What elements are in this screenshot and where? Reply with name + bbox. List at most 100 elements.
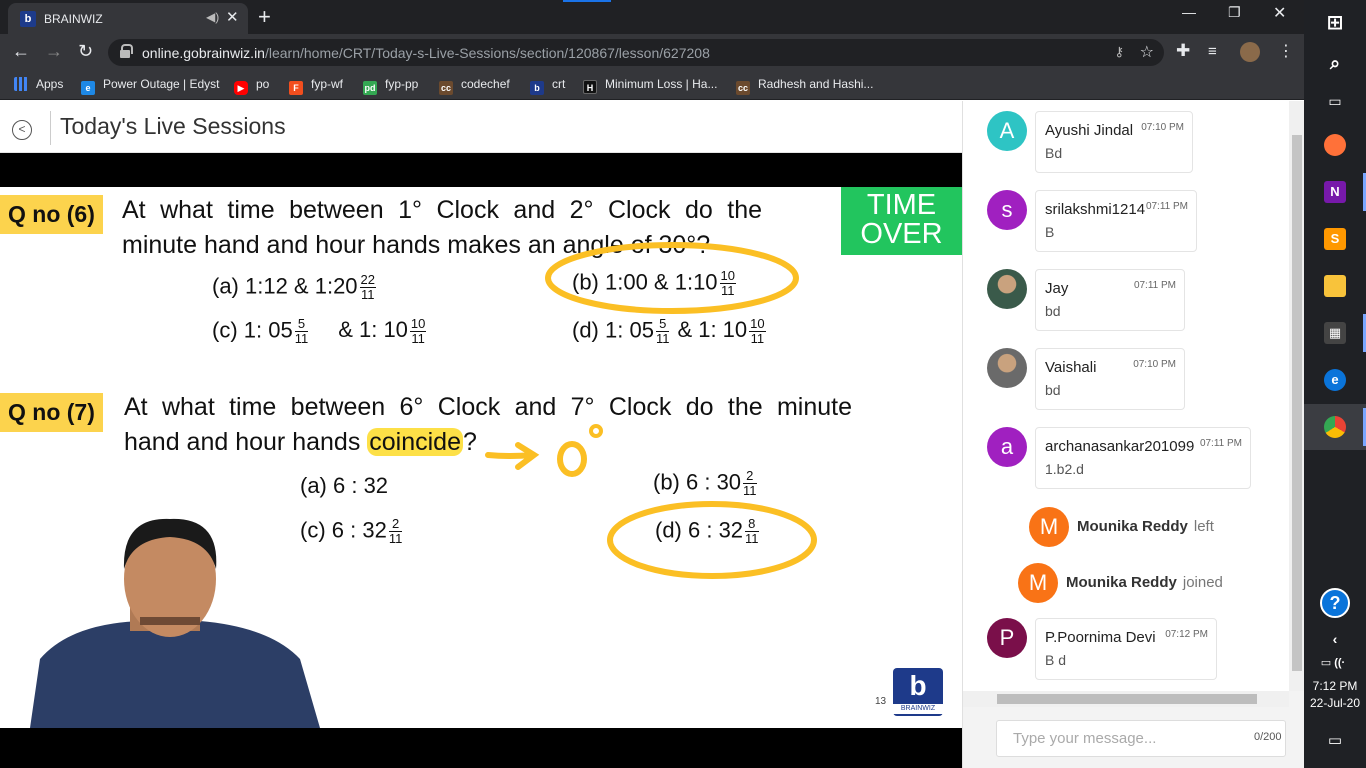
tab-brainwiz[interactable]: b BRAINWIZ ◀) ✕ [8, 3, 248, 34]
youtube-icon: ▶ [234, 81, 248, 95]
message-text: 1.b2.d [1045, 461, 1084, 477]
tab-bar: b BRAINWIZ ◀) ✕ + — ❐ ✕ [0, 0, 1304, 34]
message-bubble: Ayushi Jindal 07:10 PM Bd [1035, 111, 1193, 173]
close-window-icon[interactable]: ✕ [1273, 3, 1286, 23]
chat-message: s srilakshmi1214 07:11 PM B [963, 188, 1289, 258]
taskbar-onenote[interactable]: N [1304, 169, 1366, 215]
avatar: s [987, 190, 1027, 230]
windows-taskbar: ⊞ ⌕ ▭ N S ▦ e ? ‹ ▭ ((· 7:12 PM 22-Jul-2… [1304, 0, 1366, 768]
answer-circle-q6 [545, 242, 799, 314]
address-bar[interactable]: online.gobrainwiz.in/learn/home/CRT/Toda… [108, 39, 1164, 66]
folder-icon [1324, 275, 1346, 297]
forward-arrow-icon[interactable]: → [45, 41, 63, 62]
message-text: B d [1045, 652, 1067, 668]
message-author: srilakshmi1214 [1045, 201, 1146, 218]
taskbar-explorer[interactable] [1304, 263, 1366, 309]
profile-avatar[interactable] [1240, 42, 1260, 62]
message-time: 07:10 PM [1133, 359, 1176, 370]
chat-messages[interactable]: A Ayushi Jindal 07:10 PM Bd s srilakshmi1214 0… [963, 101, 1289, 691]
taskbar-sublime[interactable]: S [1304, 216, 1366, 262]
chat-vertical-scrollbar[interactable] [1289, 101, 1305, 691]
bookmark-star-icon[interactable]: ☆ [1140, 42, 1154, 62]
message-time: 07:11 PM [1199, 438, 1242, 449]
event-user: Mounika Reddy [1066, 574, 1177, 591]
taskbar-chrome[interactable] [1304, 404, 1366, 450]
page-header: < Today's Live Sessions [0, 101, 962, 153]
avatar [987, 348, 1027, 388]
speaker-icon[interactable]: ◀) [206, 10, 219, 24]
edyst-icon: e [81, 81, 95, 95]
brainwiz-icon: b [530, 81, 544, 95]
url-text: online.gobrainwiz.in/learn/home/CRT/Toda… [142, 45, 710, 61]
chat-message: A Ayushi Jindal 07:10 PM Bd [963, 109, 1289, 179]
lecture-slide: Q no (6) At what time between 1° Clock a… [0, 187, 962, 728]
bookmark-codechef[interactable]: cc codechef [439, 77, 510, 95]
taskbar-edge[interactable]: e [1304, 357, 1366, 403]
message-bubble: archanasankar201099 07:11 PM 1.b2.d [1035, 427, 1251, 489]
help-icon: ? [1320, 588, 1350, 618]
scroll-thumb[interactable] [1292, 135, 1302, 671]
lock-icon [120, 44, 133, 58]
message-bubble: Jay 07:11 PM bd [1035, 269, 1185, 331]
live-chat-panel: A Ayushi Jindal 07:10 PM Bd s srilakshmi1214 0… [962, 101, 1305, 768]
message-author: P.Poornima Devi [1045, 629, 1156, 646]
task-view-icon: ▭ [1328, 93, 1342, 109]
bookmark-apps[interactable]: Apps [14, 77, 63, 91]
back-arrow-icon[interactable]: ← [12, 41, 30, 62]
bookmark-edyst[interactable]: e Power Outage | Edyst [81, 77, 220, 95]
browser-window: b BRAINWIZ ◀) ✕ + — ❐ ✕ ← → ↻ online.gob… [0, 0, 1305, 768]
avatar: P [987, 618, 1027, 658]
video-player[interactable]: Q no (6) At what time between 1° Clock a… [0, 153, 962, 768]
pp-icon: pd [363, 81, 377, 95]
degree-annotation [589, 424, 603, 438]
taskbar-firefox[interactable] [1304, 122, 1366, 168]
reload-icon[interactable]: ↻ [78, 41, 93, 62]
chat-system-event: M Mounika Reddy left [1029, 507, 1269, 549]
bookmark-po[interactable]: ▶ po [234, 77, 269, 95]
codechef-icon: cc [439, 81, 453, 95]
taskbar-clock[interactable]: 7:12 PM 22-Jul-20 [1304, 678, 1366, 712]
tab-strip-accent [563, 0, 611, 2]
chat-message: a archanasankar201099 07:11 PM 1.b2.d [963, 425, 1289, 495]
event-action: left [1193, 518, 1214, 535]
bookmark-radhesh[interactable]: cc Radhesh and Hashi... [736, 77, 873, 95]
scroll-thumb[interactable] [997, 694, 1257, 704]
chat-horizontal-scrollbar[interactable] [963, 691, 1289, 707]
header-divider [50, 111, 51, 145]
message-bubble: srilakshmi1214 07:11 PM B [1035, 190, 1197, 252]
brainwiz-favicon-icon: b [20, 11, 36, 27]
bookmark-minimum-loss[interactable]: H Minimum Loss | Ha... [583, 77, 717, 94]
chat-message: P P.Poornima Devi 07:12 PM B d [963, 616, 1289, 686]
event-action: joined [1182, 574, 1223, 591]
close-tab-icon[interactable]: ✕ [226, 8, 239, 26]
event-user: Mounika Reddy [1077, 518, 1188, 535]
message-author: Vaishali [1045, 359, 1097, 376]
notifications-button[interactable]: ▭ [1304, 718, 1366, 764]
notification-icon: ▭ [1327, 732, 1343, 749]
key-icon[interactable]: ⚷ [1114, 44, 1124, 60]
char-counter: 0/200 [1254, 731, 1282, 743]
bookmarks-bar: Apps e Power Outage | Edyst ▶ po Ffyp-wf p… [0, 70, 1304, 100]
back-circle-icon[interactable]: < [12, 120, 32, 140]
bookmark-fyp-pp[interactable]: pd fyp-pp [363, 77, 418, 95]
extensions-puzzle-icon[interactable]: ✚ [1176, 41, 1190, 61]
firefox-icon [1324, 134, 1346, 156]
restore-icon[interactable]: ❐ [1228, 4, 1241, 21]
message-author: Jay [1045, 280, 1069, 297]
bookmark-fyp-wf[interactable]: Ffyp-wf [289, 77, 343, 95]
brainwiz-logo: b BRAINWIZ [893, 668, 943, 716]
windows-logo-icon: ⊞ [1326, 12, 1344, 34]
message-text: bd [1045, 382, 1061, 398]
clock-time: 7:12 PM [1312, 679, 1358, 693]
new-tab-button[interactable]: + [258, 4, 271, 30]
codechef-icon: cc [736, 81, 750, 95]
menu-kebab-icon[interactable]: ⋮ [1278, 41, 1294, 61]
chat-message-input[interactable] [996, 720, 1286, 757]
media-queue-icon[interactable]: ≡ [1208, 43, 1217, 60]
taskbar-calculator[interactable]: ▦ [1304, 310, 1366, 356]
minimize-icon[interactable]: — [1182, 4, 1196, 20]
task-view-button[interactable]: ▭ [1304, 78, 1366, 124]
message-time: 07:11 PM [1133, 280, 1176, 291]
event-text: Mounika Reddy left [1077, 518, 1214, 535]
bookmark-crt[interactable]: b crt [530, 77, 565, 95]
